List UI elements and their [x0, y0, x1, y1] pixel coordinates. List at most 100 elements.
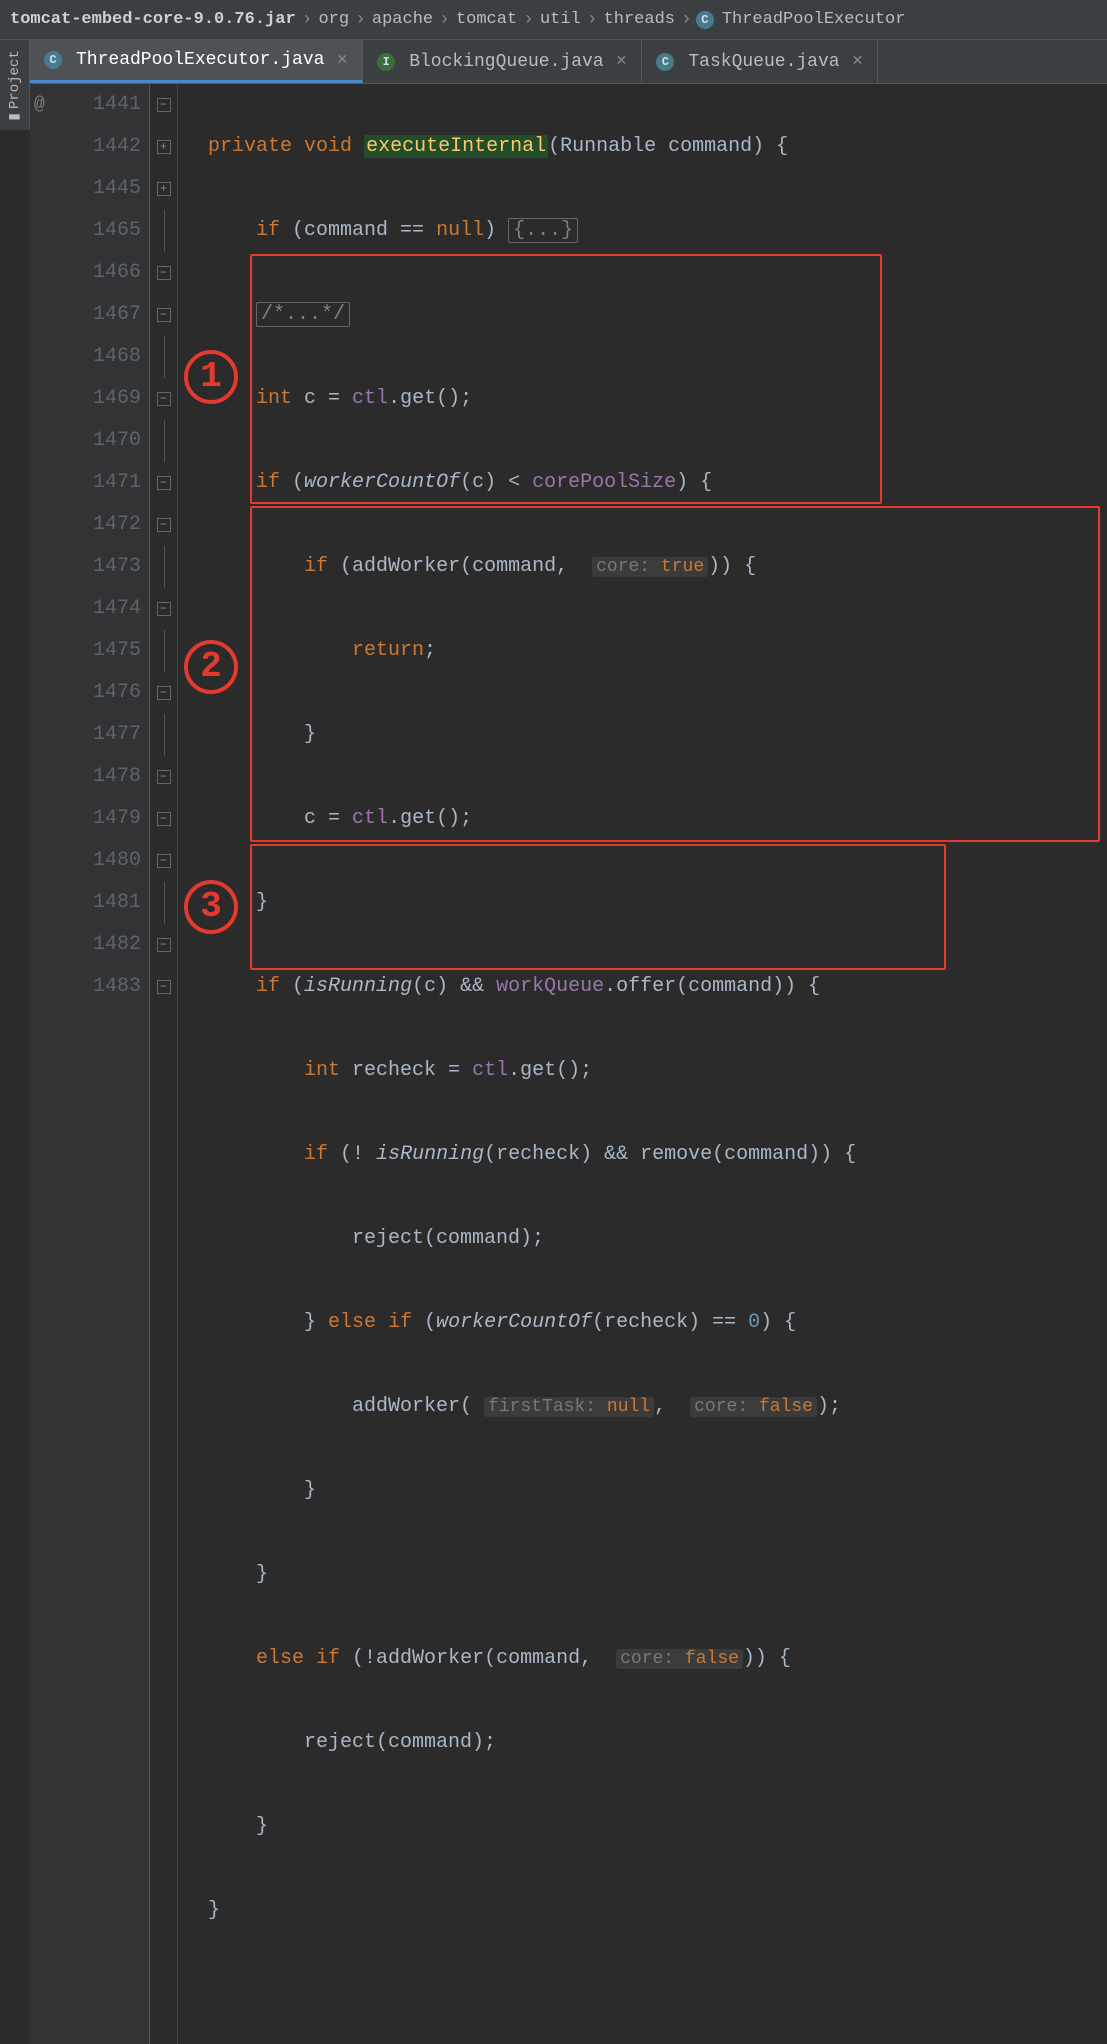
folder-icon: ▮ — [6, 113, 23, 121]
code-line[interactable]: if (! isRunning(recheck) && remove(comma… — [184, 1134, 856, 1176]
code-line[interactable]: if (command == null) {...} — [184, 210, 856, 252]
line-number[interactable]: 1480 — [93, 849, 141, 872]
line-number[interactable]: 1483 — [93, 975, 141, 998]
code-line[interactable]: } else if (workerCountOf(recheck) == 0) … — [184, 1302, 856, 1344]
code-line[interactable]: if (isRunning(c) && workQueue.offer(comm… — [184, 966, 856, 1008]
chevron-right-icon: › — [583, 10, 602, 30]
tab-label: BlockingQueue.java — [409, 52, 603, 72]
chevron-right-icon: › — [519, 10, 538, 30]
fold-guide — [164, 210, 165, 252]
fold-collapse-icon[interactable]: − — [157, 518, 171, 532]
folded-block-icon[interactable]: {...} — [508, 218, 578, 243]
line-number[interactable]: 1465 — [93, 219, 141, 242]
editor-tabs: C ThreadPoolExecutor.java ✕ I BlockingQu… — [30, 40, 1107, 84]
code-line[interactable]: } — [184, 1806, 856, 1848]
fold-end-icon[interactable]: − — [157, 770, 171, 784]
close-icon[interactable]: ✕ — [336, 52, 348, 69]
crumb-pkg[interactable]: threads — [602, 10, 677, 29]
line-number[interactable]: 1472 — [93, 513, 141, 536]
code-line[interactable]: return; — [184, 630, 856, 672]
fold-guide — [164, 336, 165, 378]
fold-column[interactable]: − + + − − − − − − − − − − − − — [150, 84, 178, 2044]
close-icon[interactable]: ✕ — [852, 53, 864, 70]
code-line[interactable]: private void executeInternal(Runnable co… — [184, 126, 856, 168]
line-number[interactable]: 1477 — [93, 723, 141, 746]
line-number[interactable]: 1445 — [93, 177, 141, 200]
breadcrumb[interactable]: tomcat-embed-core-9.0.76.jar › org › apa… — [0, 0, 1107, 40]
line-number[interactable]: 1468 — [93, 345, 141, 368]
override-marker[interactable]: @ — [34, 84, 45, 126]
line-number[interactable]: 1481 — [93, 891, 141, 914]
crumb-pkg[interactable]: apache — [370, 10, 435, 29]
tab-threadpoolexecutor[interactable]: C ThreadPoolExecutor.java ✕ — [30, 40, 363, 83]
code-line[interactable]: int recheck = ctl.get(); — [184, 1050, 856, 1092]
code-line[interactable]: } — [184, 1470, 856, 1512]
line-number[interactable]: 1442 — [93, 135, 141, 158]
tab-blockingqueue[interactable]: I BlockingQueue.java ✕ — [363, 40, 642, 83]
line-number[interactable]: 1466 — [93, 261, 141, 284]
line-number[interactable]: 1475 — [93, 639, 141, 662]
crumb-class[interactable]: ThreadPoolExecutor — [720, 10, 908, 29]
fold-end-icon[interactable]: − — [157, 938, 171, 952]
class-icon: C — [44, 51, 62, 69]
line-number[interactable]: 1482 — [93, 933, 141, 956]
editor-area[interactable]: @1441 1442 1445 1465 1466 1467 1468 1469… — [30, 84, 1107, 2044]
interface-icon: I — [377, 53, 395, 71]
close-icon[interactable]: ✕ — [616, 53, 628, 70]
code-line[interactable]: c = ctl.get(); — [184, 798, 856, 840]
code-line[interactable]: if (workerCountOf(c) < corePoolSize) { — [184, 462, 856, 504]
code-line[interactable]: reject(command); — [184, 1722, 856, 1764]
code-line[interactable]: reject(command); — [184, 1218, 856, 1260]
fold-end-icon[interactable]: − — [157, 812, 171, 826]
parameter-hint: firstTask: null — [484, 1397, 654, 1417]
line-number[interactable]: 1473 — [93, 555, 141, 578]
chevron-right-icon: › — [677, 10, 696, 30]
crumb-pkg[interactable]: org — [316, 10, 351, 29]
code-line[interactable]: addWorker( firstTask: null, core: false)… — [184, 1386, 856, 1428]
gutter[interactable]: @1441 1442 1445 1465 1466 1467 1468 1469… — [30, 84, 150, 2044]
code-line[interactable]: else if (!addWorker(command, core: false… — [184, 1638, 856, 1680]
code-line[interactable]: } — [184, 1890, 856, 1932]
code-content[interactable]: private void executeInternal(Runnable co… — [178, 84, 856, 2044]
fold-collapse-icon[interactable]: − — [157, 308, 171, 322]
fold-expand-icon[interactable]: + — [157, 182, 171, 196]
tab-label: ThreadPoolExecutor.java — [76, 50, 324, 70]
line-number[interactable]: 1476 — [93, 681, 141, 704]
fold-end-icon[interactable]: − — [157, 392, 171, 406]
line-number[interactable]: 1467 — [93, 303, 141, 326]
project-tool-tab[interactable]: ▮ Project — [0, 40, 30, 130]
fold-expand-icon[interactable]: + — [157, 140, 171, 154]
fold-end-icon[interactable]: − — [157, 980, 171, 994]
code-line[interactable]: } — [184, 882, 856, 924]
code-line[interactable]: } — [184, 714, 856, 756]
chevron-right-icon: › — [351, 10, 370, 30]
fold-guide — [164, 714, 165, 756]
class-icon: C — [656, 53, 674, 71]
line-number[interactable]: 1469 — [93, 387, 141, 410]
parameter-hint: core: true — [592, 557, 708, 577]
fold-collapse-icon[interactable]: − — [157, 854, 171, 868]
fold-end-icon[interactable]: − — [157, 476, 171, 490]
line-number[interactable]: 1474 — [93, 597, 141, 620]
fold-guide — [164, 420, 165, 462]
crumb-jar[interactable]: tomcat-embed-core-9.0.76.jar — [8, 10, 298, 29]
code-line[interactable]: /*...*/ — [184, 294, 856, 336]
code-line[interactable]: int c = ctl.get(); — [184, 378, 856, 420]
project-label: Project — [7, 50, 23, 109]
tab-taskqueue[interactable]: C TaskQueue.java ✕ — [642, 40, 878, 83]
code-line[interactable]: } — [184, 1554, 856, 1596]
line-number[interactable]: 1471 — [93, 471, 141, 494]
line-number[interactable]: 1479 — [93, 807, 141, 830]
fold-collapse-icon[interactable]: − — [157, 602, 171, 616]
fold-end-icon[interactable]: − — [157, 686, 171, 700]
line-number[interactable]: 1478 — [93, 765, 141, 788]
crumb-pkg[interactable]: util — [538, 10, 583, 29]
crumb-pkg[interactable]: tomcat — [454, 10, 519, 29]
fold-collapse-icon[interactable]: − — [157, 98, 171, 112]
code-line[interactable]: if (addWorker(command, core: true)) { — [184, 546, 856, 588]
fold-collapse-icon[interactable]: − — [157, 266, 171, 280]
line-number[interactable]: 1470 — [93, 429, 141, 452]
line-number[interactable]: 1441 — [93, 93, 141, 116]
tab-label: TaskQueue.java — [688, 52, 839, 72]
folded-comment-icon[interactable]: /*...*/ — [256, 302, 350, 327]
